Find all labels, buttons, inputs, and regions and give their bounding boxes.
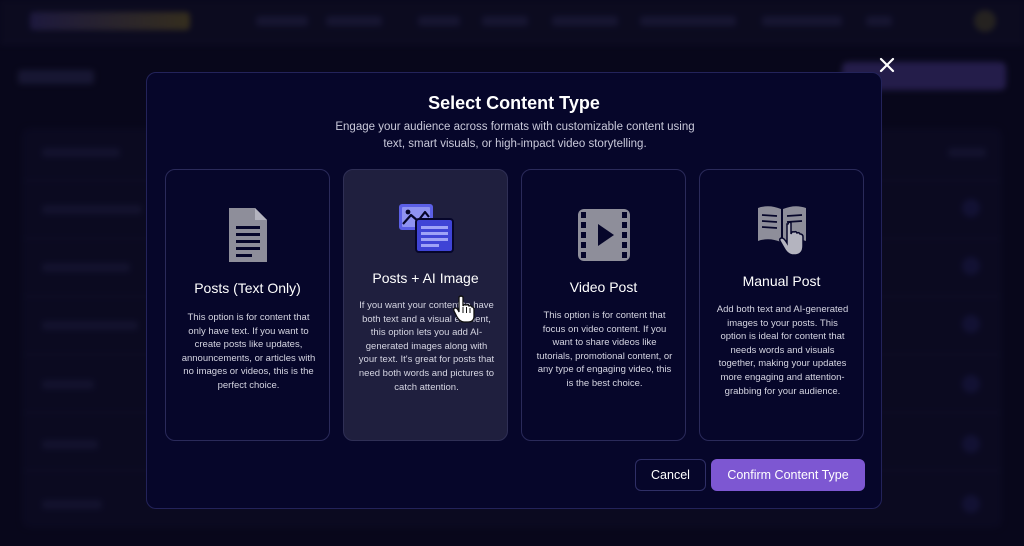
card-posts-ai-image[interactable]: Posts + AI Image If you want your conten… [343, 169, 508, 441]
card-description: This option is for content that only hav… [181, 312, 316, 391]
card-description: Add both text and AI-generated images to… [716, 304, 849, 397]
card-title: Video Post [569, 279, 638, 295]
card-posts-text-only[interactable]: Posts (Text Only) This option is for con… [165, 169, 330, 441]
confirm-content-type-button[interactable]: Confirm Content Type [711, 459, 865, 491]
select-content-type-modal: Select Content Type Engage your audience… [146, 72, 882, 509]
card-description: This option is for content that focus on… [536, 310, 673, 389]
hand-cursor-icon [452, 295, 476, 328]
book-hand-icon [756, 202, 808, 261]
close-icon[interactable] [876, 54, 898, 76]
video-icon [577, 208, 631, 267]
card-title: Posts + AI Image [372, 270, 479, 286]
cancel-button[interactable]: Cancel [635, 459, 706, 491]
modal-title: Select Content Type [428, 93, 600, 113]
modal-description: Engage your audience across formats with… [335, 121, 695, 150]
document-icon [227, 206, 269, 269]
card-video-post[interactable]: Video Post This option is for content th… [521, 169, 686, 441]
card-title: Posts (Text Only) [194, 280, 301, 296]
card-title: Manual Post [742, 273, 821, 289]
image-text-icon [398, 203, 454, 258]
card-manual-post[interactable]: Manual Post Add both text and AI-generat… [699, 169, 864, 441]
